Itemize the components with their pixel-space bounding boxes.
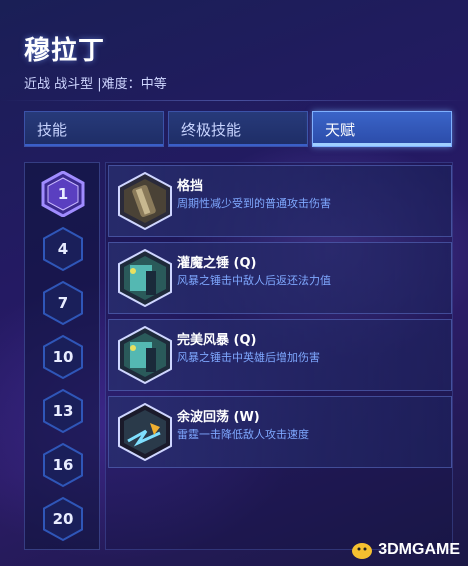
tier-button-13[interactable]: 13 <box>40 388 86 434</box>
shield-icon <box>118 172 172 230</box>
talent-description: 周期性减少受到的普通攻击伤害 <box>177 197 331 210</box>
watermark-logo: 3DMGAME <box>350 540 460 560</box>
tier-level: 10 <box>52 348 74 366</box>
difficulty-label: 难度： <box>101 77 141 92</box>
tab-heroic-abilities[interactable]: 终极技能 <box>168 111 308 147</box>
talent-name: 余波回荡 (W) <box>177 410 260 425</box>
tier-button-1[interactable]: 1 <box>40 171 86 217</box>
tab-talents[interactable]: 天赋 <box>312 111 452 147</box>
talent-list: 格挡 周期性减少受到的普通攻击伤害 灌魔之锤 (Q) 风暴之锤击中敌人后返还法力… <box>105 162 453 550</box>
difficulty-value: 中等 <box>140 77 167 92</box>
tier-level: 7 <box>57 294 69 312</box>
tier-level: 4 <box>57 240 69 258</box>
hero-role: 近战 战斗型 <box>24 77 94 92</box>
hero-subtitle: 近战 战斗型 |难度：中等 <box>24 73 167 92</box>
hero-header: 穆拉丁 近战 战斗型 |难度：中等 <box>24 30 167 92</box>
talent-item[interactable]: 格挡 周期性减少受到的普通攻击伤害 <box>108 165 452 237</box>
tier-button-7[interactable]: 7 <box>40 280 86 326</box>
talent-item[interactable]: 灌魔之锤 (Q) 风暴之锤击中敌人后返还法力值 <box>108 242 452 314</box>
tab-label: 天赋 <box>325 120 356 139</box>
talent-name: 格挡 <box>177 179 204 194</box>
talent-item[interactable]: 完美风暴 (Q) 风暴之锤击中英雄后增加伤害 <box>108 319 452 391</box>
tab-label: 终极技能 <box>181 120 242 139</box>
mascot-logo-icon <box>352 543 373 559</box>
thunderclap-icon <box>118 403 172 461</box>
tier-button-10[interactable]: 10 <box>40 334 86 380</box>
tab-bar: 技能 终极技能 天赋 <box>24 111 452 147</box>
talent-name: 灌魔之锤 (Q) <box>177 256 257 271</box>
tier-level: 20 <box>52 510 74 528</box>
tab-abilities[interactable]: 技能 <box>24 111 164 147</box>
tier-level: 13 <box>52 402 74 420</box>
talent-description: 风暴之锤击中英雄后增加伤害 <box>177 351 320 364</box>
tier-level: 1 <box>57 185 69 203</box>
tier-button-20[interactable]: 20 <box>40 496 86 542</box>
tier-button-16[interactable]: 16 <box>40 442 86 488</box>
talent-item[interactable]: 余波回荡 (W) 雷霆一击降低敌人攻击速度 <box>108 396 452 468</box>
tier-button-4[interactable]: 4 <box>40 226 86 272</box>
tier-level: 16 <box>52 456 74 474</box>
talent-description: 雷霆一击降低敌人攻击速度 <box>177 428 309 441</box>
hero-name: 穆拉丁 <box>24 36 106 66</box>
hammer-icon <box>118 249 172 307</box>
talent-tier-column: 1 4 7 10 13 16 20 <box>24 162 100 550</box>
talent-name: 完美风暴 (Q) <box>177 333 257 348</box>
hammer-icon <box>118 326 172 384</box>
watermark-text: 3DMGAME <box>378 541 460 558</box>
talent-description: 风暴之锤击中敌人后返还法力值 <box>177 274 331 287</box>
tab-label: 技能 <box>37 120 68 139</box>
header-divider <box>0 100 468 101</box>
